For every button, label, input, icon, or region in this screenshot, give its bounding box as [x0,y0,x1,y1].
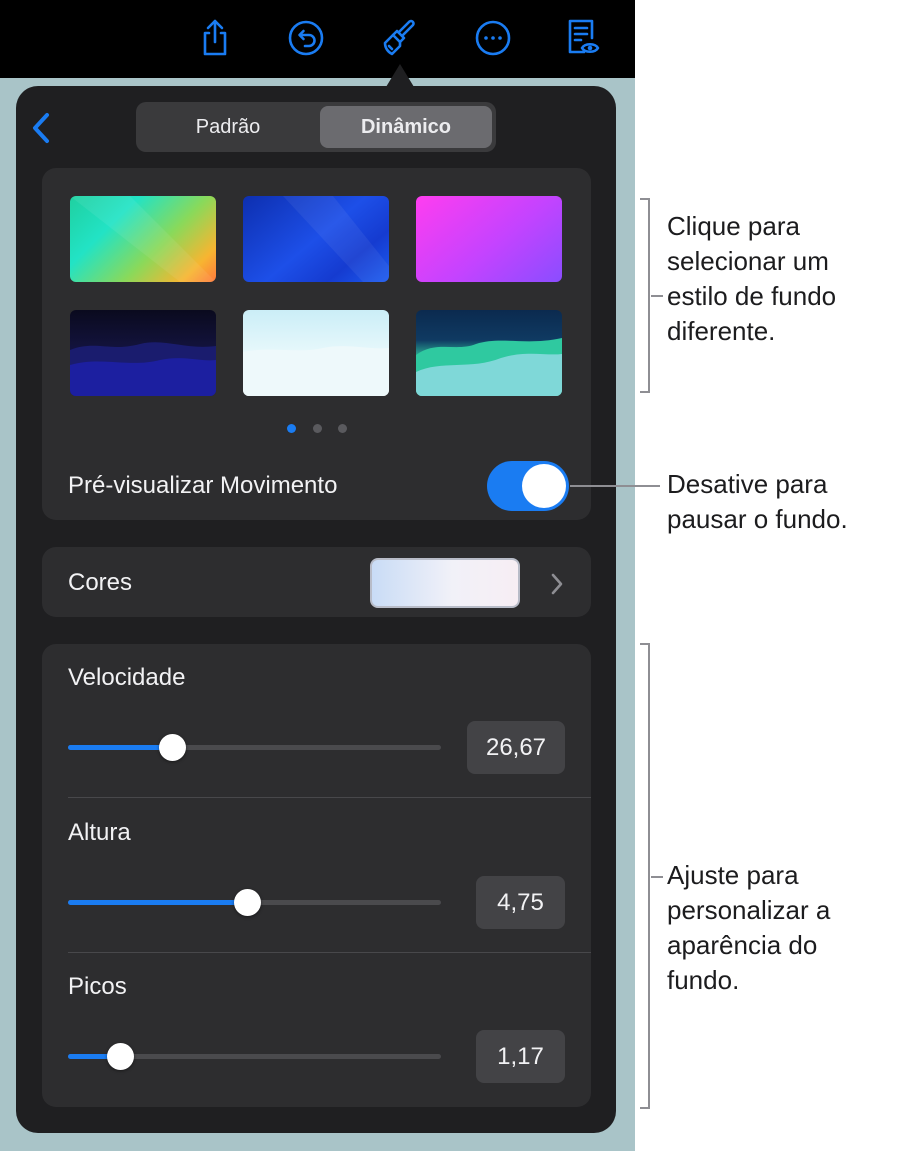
more-icon[interactable] [471,16,515,60]
tab-dinamico[interactable]: Dinâmico [320,106,492,148]
popover-arrow [386,64,414,87]
background-style-gradient-blue[interactable] [243,196,389,282]
slider-knob[interactable] [107,1043,134,1070]
tab-padrao[interactable]: Padrão [140,106,316,148]
slider-fill [68,900,247,905]
chevron-right-icon[interactable] [546,570,568,598]
callout-text: Desative para [667,469,828,499]
slider-label-velocidade: Velocidade [68,664,186,691]
picos-value-field[interactable]: 1,17 [476,1030,565,1083]
page-indicator-dot[interactable] [313,424,322,433]
preview-motion-toggle[interactable] [487,461,569,511]
callout-text: Ajuste para [667,860,799,890]
callout-text: personalizar a [667,895,831,925]
callout-line [570,485,660,487]
slider-label-picos: Picos [68,973,127,1000]
preview-motion-label: Pré-visualizar Movimento [68,472,338,499]
callout-toggle: Desative para pausar o fundo. [667,467,907,537]
page-indicator-dot[interactable] [287,424,296,433]
callout-text: fundo. [667,965,740,995]
callout-text: aparência do [667,930,818,960]
screen: Padrão Dinâmico Pré-visualizar Movimento… [0,0,918,1151]
velocidade-value-field[interactable]: 26,67 [467,721,565,774]
callout-text: selecionar um [667,246,829,276]
background-style-gradient-purple[interactable] [416,196,562,282]
back-chevron-icon[interactable] [28,110,56,146]
background-style-teal-terrain[interactable] [416,310,562,396]
callout-line [651,295,663,297]
picos-slider[interactable] [68,1043,441,1070]
slider-fill [68,745,172,750]
colors-label: Cores [68,569,133,596]
slider-knob[interactable] [234,889,261,916]
callout-sliders: Ajuste para personalizar a aparência do … [667,858,907,998]
paintbrush-icon[interactable] [378,16,422,60]
divider [68,797,591,798]
share-icon[interactable] [193,16,237,60]
callout-text: Clique para [667,211,800,241]
undo-icon[interactable] [284,16,328,60]
background-style-gradient-rainbow[interactable] [70,196,216,282]
color-gradient-swatch[interactable] [370,558,520,608]
divider [68,952,591,953]
toolbar [0,0,635,78]
callout-text: diferente. [667,316,776,346]
callout-text: pausar o fundo. [667,504,848,534]
toggle-knob [522,464,566,508]
slider-label-altura: Altura [68,819,131,846]
altura-value-field[interactable]: 4,75 [476,876,565,929]
page-indicator-dot[interactable] [338,424,347,433]
callout-text: estilo de fundo [667,281,837,311]
altura-slider[interactable] [68,889,441,916]
velocidade-slider[interactable] [68,734,441,761]
background-style-light-clouds[interactable] [243,310,389,396]
slider-knob[interactable] [159,734,186,761]
background-style-dark-mountains[interactable] [70,310,216,396]
callout-bracket [640,643,650,1109]
callout-bracket [640,198,650,393]
presenter-notes-icon[interactable] [560,16,604,60]
callout-styles: Clique para selecionar um estilo de fund… [667,209,907,349]
segmented-control: Padrão Dinâmico [136,102,496,152]
callout-line [651,876,663,878]
